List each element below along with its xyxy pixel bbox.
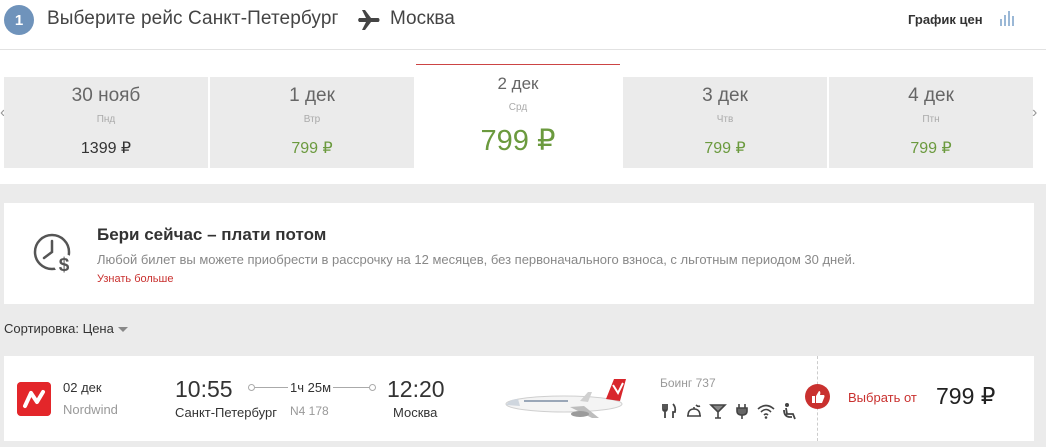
sort-label: Сортировка: Цена bbox=[4, 321, 114, 336]
date-price: 799 ₽ bbox=[291, 140, 333, 157]
flight-duration: 1ч 25м bbox=[288, 380, 334, 395]
date-tab-2-selected[interactable]: 2 дек Срд 799 ₽ bbox=[416, 64, 620, 168]
step-badge: 1 bbox=[4, 5, 34, 35]
date-price: 1399 ₽ bbox=[80, 140, 132, 157]
clock-money-icon: $ bbox=[33, 233, 74, 276]
wifi-icon bbox=[757, 404, 775, 419]
weekday-label: Чтв bbox=[716, 114, 734, 125]
promo-text: Любой билет вы можете приобрести в расср… bbox=[97, 252, 856, 267]
seat-icon bbox=[783, 403, 796, 420]
weekday-label: Птн bbox=[922, 114, 940, 125]
plane-icon bbox=[358, 10, 380, 30]
weekday-label: Пнд bbox=[96, 114, 116, 125]
destination-city: Москва bbox=[390, 8, 455, 29]
arrival-time: 12:20 bbox=[387, 376, 445, 402]
date-label: 30 нояб bbox=[71, 85, 141, 106]
date-label: 2 дек bbox=[497, 74, 539, 93]
date-tab-1[interactable]: 1 дек Втр 799 ₽ bbox=[210, 77, 414, 168]
date-tab-3[interactable]: 3 дек Чтв 799 ₽ bbox=[623, 77, 827, 168]
learn-more-link[interactable]: Узнать больше bbox=[97, 273, 173, 285]
flight-date: 02 дек bbox=[63, 380, 102, 395]
svg-text:$: $ bbox=[59, 255, 70, 276]
chevron-down-icon bbox=[117, 327, 128, 333]
flight-number: N4 178 bbox=[290, 404, 329, 418]
airline-name: Nordwind bbox=[63, 402, 118, 417]
sort-dropdown[interactable]: Сортировка: Цена bbox=[4, 321, 128, 336]
amenities-list bbox=[661, 402, 799, 420]
date-price: 799 ₽ bbox=[704, 140, 746, 157]
select-from-label[interactable]: Выбрать от bbox=[848, 390, 917, 405]
bar-chart-icon[interactable] bbox=[999, 10, 1017, 26]
meal-icon bbox=[662, 403, 677, 418]
date-price: 799 ₽ bbox=[480, 125, 556, 157]
date-label: 4 дек bbox=[908, 85, 954, 106]
flight-card[interactable]: 02 дек Nordwind 10:55 Санкт-Петербург 1ч… bbox=[4, 356, 1034, 441]
arrival-city: Москва bbox=[393, 405, 438, 420]
thumbs-up-icon bbox=[805, 384, 830, 409]
departure-time: 10:55 bbox=[175, 376, 233, 402]
select-price[interactable]: 799 ₽ bbox=[936, 383, 995, 410]
aircraft-image bbox=[505, 379, 626, 418]
date-label: 3 дек bbox=[702, 85, 748, 106]
aircraft-type: Боинг 737 bbox=[660, 376, 716, 390]
header-bar: 1 Выберите рейс Санкт-Петербург Москва Г… bbox=[0, 0, 1046, 50]
date-tab-4[interactable]: 4 дек Птн 799 ₽ bbox=[829, 77, 1033, 168]
weekday-label: Срд bbox=[508, 102, 528, 113]
price-graph-link[interactable]: График цен bbox=[908, 12, 983, 27]
next-dates-arrow[interactable]: › bbox=[1032, 104, 1042, 122]
drinks-icon bbox=[709, 404, 727, 419]
snack-icon bbox=[687, 404, 701, 417]
promo-title: Бери сейчас – плати потом bbox=[97, 225, 327, 244]
power-icon bbox=[736, 404, 748, 419]
page-title: Выберите рейс Санкт-Петербург bbox=[47, 8, 339, 29]
date-label: 1 дек bbox=[289, 85, 335, 106]
weekday-label: Втр bbox=[303, 114, 321, 125]
date-tab-0[interactable]: 30 нояб Пнд 1399 ₽ bbox=[4, 77, 208, 168]
date-price: 799 ₽ bbox=[910, 140, 952, 157]
departure-city: Санкт-Петербург bbox=[175, 405, 277, 420]
installment-promo: $ Бери сейчас – плати потом Любой билет … bbox=[4, 203, 1034, 304]
nordwind-logo bbox=[17, 382, 51, 416]
